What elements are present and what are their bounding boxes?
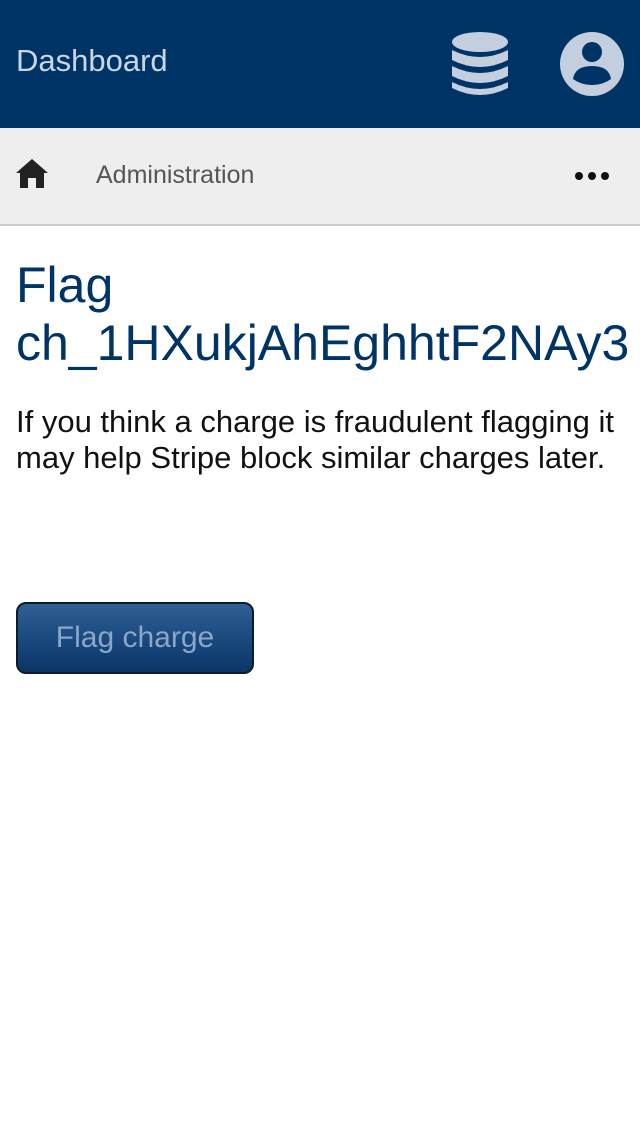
database-icon <box>452 32 508 95</box>
home-icon <box>16 159 48 188</box>
page-title-line-1: Flag <box>16 257 114 313</box>
flag-charge-button[interactable]: Flag charge <box>16 602 254 674</box>
user-account-button[interactable] <box>558 30 626 98</box>
flag-description: If you think a charge is fraudulent flag… <box>16 404 614 475</box>
breadcrumb-bar: Administration <box>0 128 640 226</box>
database-button[interactable] <box>448 30 512 98</box>
dashboard-link[interactable]: Dashboard <box>16 42 168 80</box>
user-circle-icon <box>560 32 624 96</box>
app-header: Dashboard <box>0 0 640 128</box>
home-button[interactable] <box>14 156 50 192</box>
more-menu-button[interactable] <box>570 162 614 190</box>
page-title: Flag ch_1HXukjAhEghhtF2NAy3 <box>16 256 629 372</box>
ellipsis-icon <box>575 172 609 180</box>
page-title-charge-id: ch_1HXukjAhEghhtF2NAy3 <box>16 315 630 371</box>
main-content: Flag ch_1HXukjAhEghhtF2NAy3 If you think… <box>0 226 640 1136</box>
breadcrumb-administration[interactable]: Administration <box>96 160 254 190</box>
